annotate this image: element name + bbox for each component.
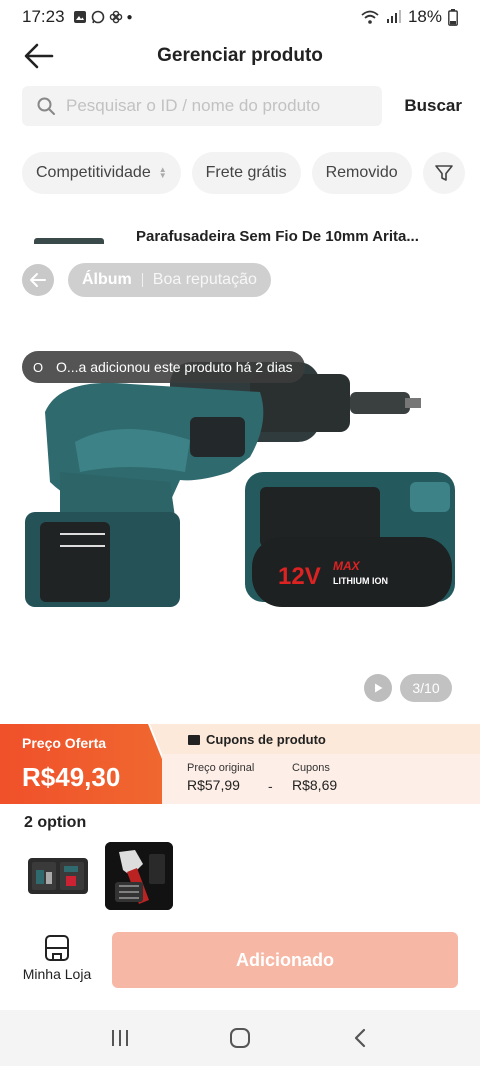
product-name: Parafusadeira Sem Fio De 10mm Arita...	[136, 228, 419, 245]
store-icon	[45, 935, 69, 961]
arrow-left-icon	[30, 273, 46, 287]
coupon-value-block: Cupons R$8,69	[292, 762, 337, 793]
tab-boa-reputacao[interactable]: Boa reputação	[153, 271, 257, 289]
battery-icon	[448, 8, 458, 26]
product-gallery[interactable]: Álbum Boa reputação 12V MAX LITHIUM ION …	[0, 252, 480, 722]
tab-divider	[141, 273, 143, 287]
page-title: Gerenciar produto	[157, 45, 323, 66]
home-button[interactable]	[220, 1018, 260, 1058]
filter-chips: Competitividade ▲ ▼ Frete grátis Removido	[22, 152, 465, 194]
toast-text: O...a adicionou este produto há 2 dias	[56, 359, 293, 375]
product-thumbnail	[34, 238, 104, 244]
dot-icon: ●	[126, 11, 133, 23]
battery-label-max: MAX	[333, 559, 361, 573]
original-price-block: Preço original R$57,99	[187, 762, 254, 793]
funnel-icon	[434, 165, 453, 181]
added-toast: O O...a adicionou este produto há 2 dias	[22, 351, 305, 383]
wifi-icon	[361, 10, 379, 24]
ticket-icon	[188, 734, 200, 745]
play-icon	[375, 683, 383, 693]
recent-apps-button[interactable]	[100, 1018, 140, 1058]
product-row[interactable]: Parafusadeira Sem Fio De 10mm Arita...	[0, 220, 480, 250]
battery-label-main: 12V	[278, 563, 321, 590]
filter-button[interactable]	[422, 152, 465, 194]
search-box[interactable]	[22, 86, 382, 126]
toast-avatar: O	[32, 359, 44, 375]
gallery-tabs: Álbum Boa reputação	[68, 263, 271, 297]
option-thumbnail-case[interactable]	[24, 842, 92, 910]
battery-label-sub: LITHIUM ION	[333, 576, 388, 586]
my-store-label: Minha Loja	[22, 966, 92, 982]
original-price-value: R$57,99	[187, 777, 240, 793]
battery-percent: 18%	[407, 7, 442, 26]
gallery-icon	[73, 11, 86, 23]
play-video-button[interactable]	[364, 674, 392, 702]
image-counter: 3/10	[400, 674, 452, 702]
notification-icons: ●	[73, 10, 133, 24]
original-price-label: Preço original	[187, 762, 255, 774]
arrow-left-icon	[24, 43, 54, 69]
fan-icon	[109, 10, 122, 24]
system-nav-bar	[0, 1010, 480, 1066]
coupon-value: R$8,69	[292, 777, 338, 793]
status-time: 17:23	[22, 7, 65, 26]
status-right: 18%	[360, 7, 458, 27]
added-button[interactable]: Adicionado	[112, 932, 458, 988]
search-icon	[37, 97, 55, 115]
filter-label: Frete grátis	[205, 164, 287, 181]
search-input[interactable]	[66, 96, 356, 116]
sort-icon: ▲ ▼	[158, 165, 167, 180]
bottom-action-bar: Minha Loja Adicionado	[0, 932, 480, 992]
status-bar: 17:23 ● 18%	[0, 0, 480, 34]
screwdriver-kit-image	[105, 842, 173, 910]
gallery-back-button[interactable]	[22, 264, 54, 296]
toolcase-image	[28, 858, 88, 894]
offer-price-value: R$49,30	[22, 762, 121, 792]
option-thumbnail-drill[interactable]	[105, 842, 173, 910]
my-store-button[interactable]: Minha Loja	[22, 934, 92, 982]
minus-sign: -	[268, 778, 273, 794]
offer-price-block: Preço Oferta R$49,30	[0, 724, 180, 804]
chevron-left-icon	[354, 1028, 366, 1048]
back-button[interactable]	[22, 40, 56, 72]
coupons-title-text: Cupons de produto	[206, 732, 326, 747]
search-button[interactable]: Buscar	[404, 96, 462, 116]
coupons-title: Cupons de produto	[188, 732, 326, 747]
tab-album[interactable]: Álbum	[82, 271, 132, 289]
filter-label: Competitividade	[36, 164, 151, 181]
system-back-button[interactable]	[340, 1018, 380, 1058]
home-icon	[230, 1028, 250, 1048]
whatsapp-icon	[91, 10, 104, 24]
filter-label: Removido	[325, 164, 398, 181]
recents-icon	[112, 1030, 128, 1046]
filter-removido[interactable]: Removido	[311, 152, 412, 194]
header: Gerenciar produto	[0, 34, 480, 78]
options-title: 2 option	[24, 814, 87, 831]
search-row: Buscar	[22, 86, 462, 126]
coupon-label: Cupons	[292, 762, 330, 774]
offer-price-label: Preço Oferta	[22, 735, 107, 751]
filter-competitividade[interactable]: Competitividade ▲ ▼	[22, 152, 181, 194]
signal-icon	[386, 10, 401, 23]
price-band: Preço Oferta R$49,30 Cupons de produto P…	[0, 724, 480, 804]
drill-image: 12V MAX LITHIUM ION	[25, 362, 455, 607]
filter-frete-gratis[interactable]: Frete grátis	[191, 152, 301, 194]
